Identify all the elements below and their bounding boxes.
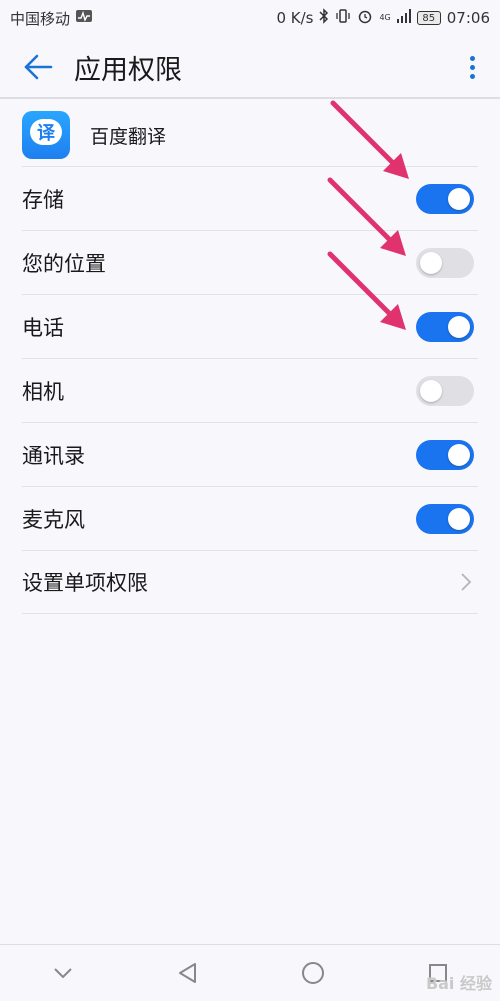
permission-label: 存储 — [22, 187, 64, 212]
nav-home-button[interactable] — [283, 945, 343, 1001]
phone-toggle[interactable] — [416, 311, 474, 342]
triangle-back-icon — [178, 963, 196, 983]
toggle-knob — [448, 507, 470, 530]
toggle-knob — [420, 379, 442, 402]
permission-label: 通讯录 — [22, 443, 85, 468]
translate-icon: 译 — [30, 119, 62, 145]
storage-toggle[interactable] — [416, 183, 474, 214]
vibrate-icon — [335, 8, 351, 28]
toggle-knob — [448, 443, 470, 466]
header-divider — [0, 97, 500, 99]
location-toggle[interactable] — [416, 247, 474, 278]
chevron-right-icon — [461, 573, 472, 591]
permission-label: 相机 — [22, 379, 64, 404]
app-name: 百度翻译 — [90, 125, 167, 148]
settings-row-label: 设置单项权限 — [22, 571, 148, 595]
clock: 07:06 — [446, 9, 490, 27]
signal-icon — [396, 9, 411, 27]
back-button[interactable] — [8, 36, 68, 98]
circle-home-icon — [301, 962, 324, 984]
permission-row-microphone[interactable]: 麦克风 — [22, 486, 478, 550]
permission-row-phone[interactable]: 电话 — [22, 294, 478, 358]
more-dot-icon — [469, 73, 475, 79]
nav-collapse-button[interactable] — [33, 945, 93, 1001]
network-type: 4G — [379, 13, 391, 22]
permission-label: 您的位置 — [22, 251, 106, 276]
status-bar: 中国移动 0 K/s 4G 85 07:06 — [0, 0, 500, 36]
toggle-knob — [448, 187, 470, 210]
back-arrow-icon — [24, 54, 53, 80]
toggle-knob — [448, 315, 470, 338]
battery-icon: 85 — [416, 11, 441, 25]
permission-list: 存储 您的位置 电话 相机 通讯录 麦克风 设置单项权限 — [22, 166, 478, 614]
network-speed: 0 K/s — [276, 9, 314, 27]
permission-label: 电话 — [22, 315, 64, 340]
activity-icon — [76, 10, 93, 26]
page-title: 应用权限 — [74, 54, 182, 86]
microphone-toggle[interactable] — [416, 503, 474, 534]
more-options-button[interactable] — [458, 50, 486, 84]
app-info: 译 百度翻译 — [22, 105, 478, 165]
permission-row-location[interactable]: 您的位置 — [22, 230, 478, 294]
permission-row-camera[interactable]: 相机 — [22, 358, 478, 422]
settings-individual-permissions-row[interactable]: 设置单项权限 — [22, 550, 478, 614]
camera-toggle[interactable] — [416, 375, 474, 406]
chevron-down-icon — [53, 968, 72, 979]
more-dot-icon — [469, 64, 475, 70]
app-icon: 译 — [22, 111, 70, 159]
alarm-icon — [357, 8, 373, 28]
nav-back-button[interactable] — [158, 945, 218, 1001]
app-bar: 应用权限 — [0, 36, 500, 98]
battery-level: 85 — [422, 12, 436, 24]
permission-row-storage[interactable]: 存储 — [22, 166, 478, 230]
toggle-knob — [420, 251, 442, 274]
permission-label: 麦克风 — [22, 507, 85, 532]
watermark: Bai 经验 — [425, 974, 492, 993]
bluetooth-icon — [319, 8, 329, 28]
carrier-label: 中国移动 — [10, 9, 71, 28]
permission-row-contacts[interactable]: 通讯录 — [22, 422, 478, 486]
contacts-toggle[interactable] — [416, 439, 474, 470]
more-dot-icon — [469, 55, 475, 61]
